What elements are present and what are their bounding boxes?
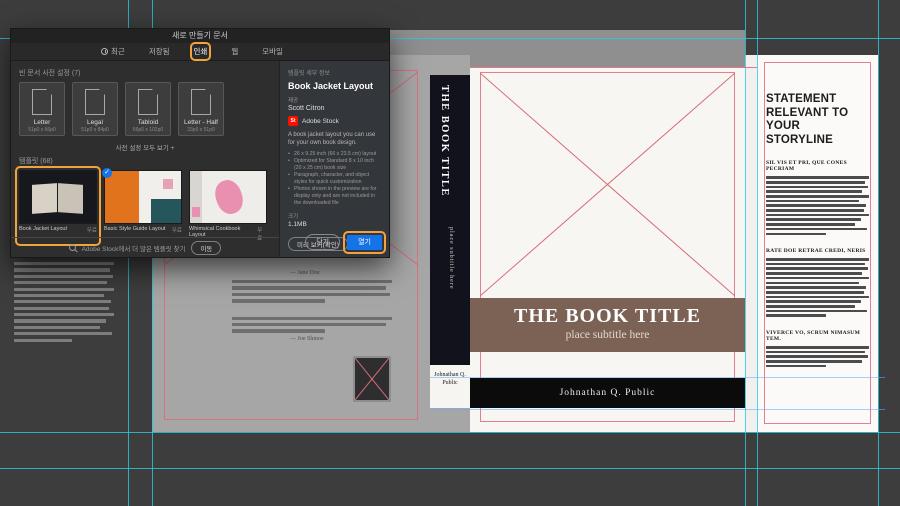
spine-subtitle: place subtitle here bbox=[448, 227, 455, 290]
document-icon bbox=[32, 89, 52, 115]
flap-section-heading: VIVERCE VO, SCRUM NIMASUM TEM. bbox=[766, 329, 861, 342]
back-cover-quotes: — Jane Doe — Joe Shmoe bbox=[232, 267, 392, 346]
adobe-stock-label: Adobe Stock bbox=[302, 117, 339, 125]
placeholder-text-bars bbox=[766, 176, 869, 236]
tab-mobile[interactable]: 모바일 bbox=[262, 46, 283, 57]
quote-attribution: — Jane Doe bbox=[290, 270, 320, 276]
quote-attribution: — Joe Shmoe bbox=[290, 335, 324, 342]
placeholder-text-bars bbox=[766, 258, 869, 317]
guide-line bbox=[0, 468, 900, 469]
template-thumbnail bbox=[189, 170, 267, 224]
new-document-dialog: 새로 만들기 문서 최근 저장됨 인쇄 웹 모바일 빈 문서 사전 설정 (7)… bbox=[10, 28, 390, 258]
placeholder-text-bars bbox=[14, 262, 114, 345]
size-label: 크기 bbox=[288, 214, 299, 221]
preset-letter[interactable]: Letter 51p0 x 66p0 bbox=[19, 82, 65, 136]
detail-bullet: Optimized for Standard 8 x 10 inch (20 x… bbox=[288, 158, 381, 172]
dialog-tab-bar: 최근 저장됨 인쇄 웹 모바일 bbox=[11, 42, 389, 61]
bleed-guide bbox=[470, 67, 757, 68]
spine-title: THE BOOK TITLE bbox=[439, 85, 450, 197]
dialog-actions: 닫기 열기 bbox=[305, 230, 386, 254]
clock-icon bbox=[101, 48, 108, 55]
preset-letter-half[interactable]: Letter - Half 33p0 x 51p0 bbox=[178, 82, 224, 136]
provider-name: Scott Citron bbox=[288, 105, 325, 112]
details-description: A book jacket layout you can use for you… bbox=[288, 132, 376, 147]
document-icon bbox=[191, 89, 211, 115]
dialog-titlebar[interactable]: 새로 만들기 문서 bbox=[11, 29, 389, 43]
stock-search-text: Adobe Stock에서 더 많은 템플릿 찾기 bbox=[81, 245, 186, 253]
preset-tabloid[interactable]: Tabloid 66p0 x 102p0 bbox=[125, 82, 171, 136]
tab-print[interactable]: 인쇄 bbox=[189, 42, 212, 61]
template-basic-style-guide-layout[interactable]: Basic Style Guide Layout 무료 bbox=[102, 168, 182, 242]
details-bullets: 26 x 9.25 inch (66 x 23.5 cm) layout Opt… bbox=[288, 151, 381, 207]
cover-wrap-strip bbox=[470, 55, 745, 67]
go-button[interactable]: 이동 bbox=[191, 240, 222, 255]
presets-section-label: 빈 문서 사전 설정 (7) bbox=[19, 70, 81, 77]
author-band: Johnathan Q. Public bbox=[470, 378, 745, 408]
detail-bullet: 26 x 9.25 inch (66 x 23.5 cm) layout bbox=[288, 151, 381, 158]
guide-line bbox=[745, 0, 746, 506]
tab-saved[interactable]: 저장됨 bbox=[149, 46, 170, 57]
preset-legal[interactable]: Legal 51p0 x 84p0 bbox=[72, 82, 118, 136]
details-title: Book Jacket Layout bbox=[288, 81, 374, 91]
placeholder-text-bars bbox=[766, 345, 869, 368]
margin-guide bbox=[480, 72, 735, 422]
front-flap-panel: STATEMENT RELEVANT TO YOUR STORYLINE SIL… bbox=[757, 55, 878, 432]
stock-search-footer: Adobe Stock에서 더 많은 템플릿 찾기 이동 bbox=[11, 237, 279, 257]
templates-section-label: 템플릿 (68) bbox=[19, 158, 53, 165]
adobe-stock-row: St Adobe Stock bbox=[288, 116, 381, 126]
document-icon bbox=[85, 89, 105, 115]
template-whimsical-cookbook-layout[interactable]: Whimsical Cookbook Layout 무료 bbox=[189, 170, 267, 242]
cover-title: THE BOOK TITLE bbox=[513, 305, 702, 327]
flap-heading: STATEMENT RELEVANT TO YOUR STORYLINE bbox=[766, 93, 849, 146]
details-header: 템플릿 세부 정보 bbox=[288, 71, 330, 77]
template-book-jacket-layout[interactable]: Book Jacket Layout 무료 bbox=[15, 166, 101, 246]
template-thumbnail bbox=[104, 170, 182, 224]
guide-line bbox=[0, 432, 900, 433]
adobe-stock-icon: St bbox=[288, 116, 298, 126]
preset-row: Letter 51p0 x 66p0 Legal 51p0 x 84p0 Tab… bbox=[19, 82, 271, 136]
open-button[interactable]: 열기 bbox=[343, 230, 386, 254]
fold-gap bbox=[745, 55, 757, 432]
check-icon bbox=[102, 168, 112, 178]
author-photo-placeholder bbox=[353, 356, 391, 402]
template-row: Book Jacket Layout 무료 Basic Style Guide … bbox=[15, 166, 271, 246]
title-band: THE BOOK TITLE place subtitle here bbox=[470, 298, 745, 352]
template-thumbnail bbox=[19, 170, 97, 224]
guide-line bbox=[757, 0, 758, 506]
flap-section-heading: SIL VIS ET PRI, QUE CONES PECRIAM bbox=[766, 160, 847, 173]
size-value: 1.1MB bbox=[288, 221, 307, 229]
front-cover-panel: THE BOOK TITLE place subtitle here Johna… bbox=[470, 55, 745, 432]
flap-section-heading: RATE DOE RETRAE CREDI, NERIS bbox=[766, 248, 866, 255]
provider-label: 제공 bbox=[288, 98, 299, 104]
guide-line bbox=[430, 377, 885, 378]
placeholder-text-bars bbox=[232, 280, 392, 303]
document-icon bbox=[138, 89, 158, 115]
guide-line bbox=[430, 409, 885, 410]
indesign-workspace: — Jane Doe — Joe Shmoe THE BOOK TITLE pl… bbox=[0, 0, 900, 506]
template-details-panel: 템플릿 세부 정보 Book Jacket Layout 제공 Scott Ci… bbox=[279, 61, 389, 257]
view-all-presets-link[interactable]: 사전 설정 모두 보기 + bbox=[19, 142, 271, 152]
cover-subtitle: place subtitle here bbox=[565, 329, 650, 341]
image-placeholder-x bbox=[480, 73, 735, 296]
spine-background: THE BOOK TITLE place subtitle here bbox=[430, 75, 470, 365]
tab-web[interactable]: 웹 bbox=[231, 46, 238, 57]
detail-bullet: Paragraph, character, and object styles … bbox=[288, 172, 381, 186]
tab-recent[interactable]: 최근 bbox=[101, 46, 125, 57]
detail-bullet: Photos shown in the preview are for disp… bbox=[288, 186, 381, 207]
close-button[interactable]: 닫기 bbox=[305, 234, 341, 250]
placeholder-text-bars bbox=[232, 316, 392, 333]
guide-line bbox=[878, 0, 879, 506]
spine-author: Johnathan Q. Public bbox=[430, 365, 470, 408]
spine-panel: THE BOOK TITLE place subtitle here Johna… bbox=[430, 55, 470, 432]
search-icon bbox=[68, 244, 76, 251]
